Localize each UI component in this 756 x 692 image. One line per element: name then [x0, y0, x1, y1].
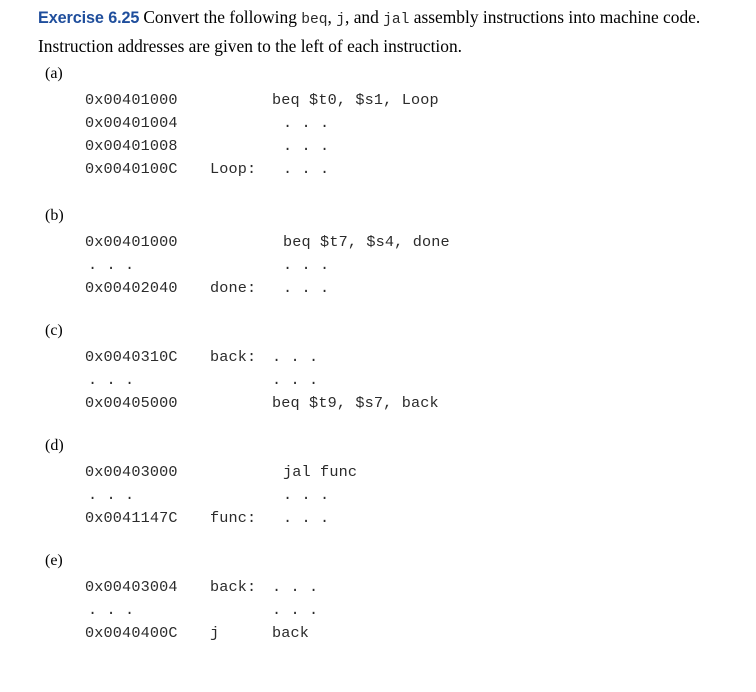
assembly-label: back:	[210, 348, 257, 366]
assembly-instruction: beq $t0, $s1, Loop	[272, 91, 439, 109]
assembly-code-block: 0x00401000 beq $t7, $s4, done. . .. . . 0x…	[0, 231, 756, 300]
assembly-label: Loop:	[210, 160, 257, 178]
instruction-address: 0x00401000	[85, 91, 178, 109]
part-label: (e)	[45, 552, 63, 569]
assembly-instruction: . . .	[283, 486, 330, 504]
assembly-instruction: . . .	[272, 578, 319, 596]
instruction-address: 0x0040310C	[85, 348, 178, 366]
assembly-code-block: 0x00403000 jal func . . . . . . 0x0041147C fu…	[0, 461, 756, 530]
instruction-address: 0x00401004	[85, 114, 178, 132]
assembly-label: j	[210, 624, 220, 642]
assembly-instruction: jal func	[283, 463, 358, 481]
assembly-code-block: 0x00403004 back: . . . . . . . . . 0x0040400C…	[0, 576, 756, 645]
instruction-address: 0x00405000	[85, 394, 178, 412]
code-row: 0x0040310C back: . . .	[0, 346, 756, 369]
code-row: 0x0040400C j back	[0, 622, 756, 645]
instruction-address: . . .	[88, 601, 135, 619]
code-row: 0x00401000 beq $t0, $s1, Loop	[0, 89, 756, 112]
code-row: 0x00403004 back: . . .	[0, 576, 756, 599]
assembly-instruction: . . .	[283, 137, 330, 155]
instruction-address: 0x00403004	[85, 578, 178, 596]
exercise-text-segment-3: , and	[345, 7, 384, 27]
code-row: 0x00405000 beq $t9, $s7, back	[0, 392, 756, 415]
code-row: . . . . . .	[0, 254, 756, 277]
instruction-address: 0x00402040	[85, 279, 178, 297]
exercise-header: Exercise 6.25 Convert the following beq , …	[38, 4, 728, 59]
part-label: (b)	[45, 207, 64, 224]
inline-code-j: j	[336, 12, 346, 28]
assembly-instruction: . . .	[272, 371, 319, 389]
code-row: 0x00403000 jal func	[0, 461, 756, 484]
instruction-address: 0x00401008	[85, 137, 178, 155]
assembly-code-block: 0x0040310C back: . . . . . . . . . 0x00405000…	[0, 346, 756, 415]
code-row: 0x00401000 beq $t7, $s4, done	[0, 231, 756, 254]
instruction-address: . . .	[88, 256, 135, 274]
assembly-label: func:	[210, 509, 257, 527]
assembly-instruction: beq $t9, $s7, back	[272, 394, 439, 412]
assembly-instruction: . . .	[283, 509, 330, 527]
code-row: . . . . . .	[0, 599, 756, 622]
code-row: 0x0040100C Loop: . . .	[0, 158, 756, 181]
code-row: 0x0041147C func: . . .	[0, 507, 756, 530]
code-row: 0x00402040 done: . . .	[0, 277, 756, 300]
inline-code-jal: jal	[383, 12, 410, 28]
assembly-instruction: back	[272, 624, 310, 642]
instruction-address: 0x0041147C	[85, 509, 178, 527]
inline-code-beq: beq	[301, 12, 328, 28]
part-label: (c)	[45, 322, 63, 339]
assembly-label: done:	[210, 279, 257, 297]
assembly-code-block: 0x00401000 beq $t0, $s1, Loop 0x00401004 . …	[0, 89, 756, 181]
exercise-number-tag: Exercise 6.25	[38, 9, 140, 27]
code-row: . . . . . .	[0, 484, 756, 507]
assembly-instruction: . . .	[283, 279, 330, 297]
assembly-instruction: . . .	[272, 601, 319, 619]
assembly-label: back:	[210, 578, 257, 596]
assembly-instruction: . . .	[283, 114, 330, 132]
assembly-instruction: . . .	[272, 348, 319, 366]
instruction-address: . . .	[88, 371, 135, 389]
instruction-address: 0x00403000	[85, 463, 178, 481]
instruction-address: . . .	[88, 486, 135, 504]
code-row: 0x00401008 . . .	[0, 135, 756, 158]
assembly-instruction: . . .	[283, 160, 330, 178]
exercise-text-segment-1: Convert the following	[143, 7, 302, 27]
assembly-instruction: beq $t7, $s4, done	[283, 233, 450, 251]
instruction-address: 0x0040400C	[85, 624, 178, 642]
part-label: (a)	[45, 65, 63, 82]
code-row: 0x00401004 . . .	[0, 112, 756, 135]
instruction-address: 0x00401000	[85, 233, 178, 251]
code-row: . . . . . .	[0, 369, 756, 392]
exercise-text-segment-2: ,	[327, 7, 337, 27]
part-label: (d)	[45, 437, 64, 454]
assembly-instruction: . . .	[283, 256, 330, 274]
instruction-address: 0x0040100C	[85, 160, 178, 178]
